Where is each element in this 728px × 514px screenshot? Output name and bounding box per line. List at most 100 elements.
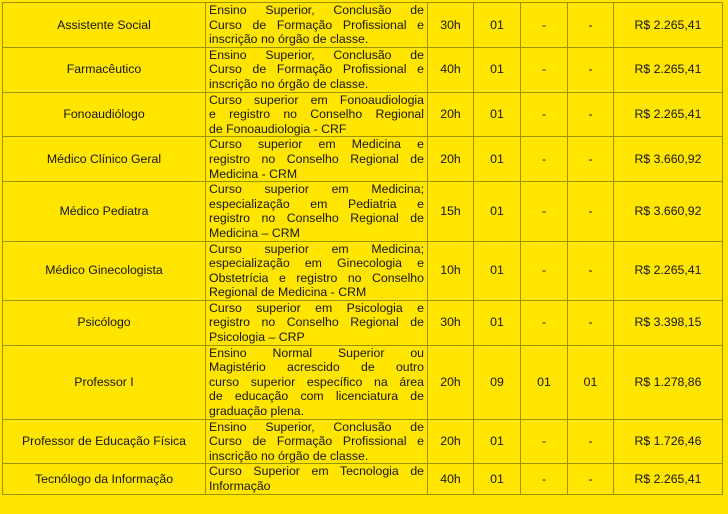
requisitos-line: Curso superior em Psicologia e	[209, 300, 424, 315]
cell-requisitos: Curso superior em Fonoaudiologia e regist…	[205, 91, 428, 138]
cell-carga-horaria: 20h	[427, 344, 474, 420]
table-row: Médico Pediatra Curso superior em Medicin…	[2, 181, 723, 242]
cell-requisitos: Curso superior em Medicina e registro no …	[205, 136, 428, 183]
cell-requisitos: Ensino Superior, Conclusão de Curso de Fo…	[205, 418, 428, 465]
cell-carga-horaria: 20h	[427, 418, 474, 465]
cell-requisitos: Ensino Superior, Conclusão de Curso de Fo…	[205, 46, 428, 93]
requisitos-line: Curso superior em Fonoaudiologia	[209, 92, 424, 107]
requisitos-line: inscrição no órgão de classe.	[209, 32, 369, 47]
cell-negros: -	[567, 2, 614, 48]
requisitos-line: Ensino Superior, Conclusão de	[209, 419, 424, 434]
cell-carga-horaria: 40h	[427, 463, 474, 495]
cell-vagas: 01	[473, 299, 521, 346]
cell-requisitos: Curso superior em Medicina; especializaçã…	[205, 240, 428, 301]
requisitos-line: Medicina – CRM	[209, 225, 300, 240]
requisitos-line: Informação	[209, 479, 271, 493]
cell-vencimento: R$ 2.265,41	[613, 91, 723, 138]
cell-vagas: 01	[473, 418, 521, 465]
cell-requisitos: Curso Superior em Tecnologia de Informaçã…	[205, 463, 428, 495]
cell-carga-horaria: 20h	[427, 91, 474, 138]
cell-vencimento: R$ 3.398,15	[613, 299, 723, 346]
cell-requisitos: Curso superior em Psicologia e registro n…	[205, 299, 428, 346]
requisitos-line: Curso de Formação Profissional e	[209, 17, 424, 32]
requisitos-line: Obstetrícia e registro no Conselho	[209, 270, 424, 285]
cell-requisitos: Ensino Normal Superior ou Magistério acre…	[205, 344, 428, 420]
cell-negros: -	[567, 91, 614, 138]
cell-cargo: Assistente Social	[2, 2, 206, 48]
cell-vencimento: R$ 3.660,92	[613, 136, 723, 183]
cell-vagas: 01	[473, 240, 521, 301]
cell-negros: 01	[567, 344, 614, 420]
cell-cargo: Tecnólogo da Informação	[2, 463, 206, 495]
requisitos-line: inscrição no órgão de classe.	[209, 448, 369, 463]
requisitos-line: de Fonoaudiologia - CRF	[209, 121, 347, 136]
table-row: Médico Ginecologista Curso superior em Me…	[2, 240, 723, 301]
cell-carga-horaria: 40h	[427, 46, 474, 93]
requisitos-line: Curso superior em Medicina;	[209, 241, 424, 256]
cell-vagas: 01	[473, 46, 521, 93]
requisitos-line: e registro no Conselho Regional	[209, 107, 424, 122]
requisitos-line: Curso de Formação Profissional e	[209, 62, 424, 77]
cell-vencimento: R$ 1.278,86	[613, 344, 723, 420]
cell-cargo: Médico Ginecologista	[2, 240, 206, 301]
cell-cargo: Professor de Educação Física	[2, 418, 206, 465]
cell-vagas: 01	[473, 463, 521, 495]
cell-vencimento: R$ 2.265,41	[613, 46, 723, 93]
cell-requisitos: Ensino Superior, Conclusão de Curso de Fo…	[205, 2, 428, 48]
cell-cargo: Farmacêutico	[2, 46, 206, 93]
cell-pcd: -	[520, 46, 568, 93]
requisitos-line: Medicina - CRM	[209, 166, 298, 181]
cell-cargo: Fonoaudiólogo	[2, 91, 206, 138]
vacancy-table-container: Assistente Social Ensino Superior, Conclu…	[2, 2, 723, 509]
requisitos-line: Curso Superior em Tecnologia de	[209, 464, 424, 479]
requisitos-line: graduação plena.	[209, 404, 305, 419]
requisitos-line: Psicologia – CRP	[209, 330, 305, 345]
cell-negros: -	[567, 418, 614, 465]
cell-negros: -	[567, 181, 614, 242]
requisitos-line: curso superior específico na área	[209, 374, 424, 389]
cell-pcd: -	[520, 136, 568, 183]
cell-carga-horaria: 20h	[427, 136, 474, 183]
cell-vagas: 01	[473, 181, 521, 242]
requisitos-line: inscrição no órgão de classe.	[209, 76, 369, 91]
table-row: Professor I Ensino Normal Superior ou Magi…	[2, 344, 723, 420]
requisitos-line: especialização em Ginecologia e	[209, 256, 424, 271]
cell-requisitos: Curso superior em Medicina; especializaçã…	[205, 181, 428, 242]
cell-cargo: Médico Pediatra	[2, 181, 206, 242]
cell-carga-horaria: 30h	[427, 2, 474, 48]
cell-carga-horaria: 30h	[427, 299, 474, 346]
vacancy-table-body: Assistente Social Ensino Superior, Conclu…	[2, 2, 723, 495]
cell-vencimento: R$ 1.726,46	[613, 418, 723, 465]
cell-pcd: -	[520, 418, 568, 465]
requisitos-line: de educação com licenciatura de	[209, 389, 424, 404]
table-row: Assistente Social Ensino Superior, Conclu…	[2, 2, 723, 48]
cell-carga-horaria: 10h	[427, 240, 474, 301]
cell-cargo: Professor I	[2, 344, 206, 420]
table-row: Fonoaudiólogo Curso superior em Fonoaudio…	[2, 91, 723, 138]
cell-negros: -	[567, 136, 614, 183]
requisitos-line: especialização em Pediatria e	[209, 196, 424, 211]
table-row: Médico Clínico Geral Curso superior em Me…	[2, 136, 723, 183]
table-row: Tecnólogo da Informação Curso Superior em…	[2, 463, 723, 495]
requisitos-line: Magistério acrescido de outro	[209, 360, 424, 375]
requisitos-line: Ensino Superior, Conclusão de	[209, 47, 424, 62]
cell-pcd: -	[520, 181, 568, 242]
cell-vagas: 01	[473, 2, 521, 48]
cell-vencimento: R$ 2.265,41	[613, 463, 723, 495]
cell-vencimento: R$ 3.660,92	[613, 181, 723, 242]
cell-pcd: 01	[520, 344, 568, 420]
cell-pcd: -	[520, 2, 568, 48]
requisitos-line: registro no Conselho Regional de	[209, 211, 424, 226]
requisitos-line: registro no Conselho Regional de	[209, 151, 424, 166]
table-row: Professor de Educação Física Ensino Super…	[2, 418, 723, 465]
cell-negros: -	[567, 240, 614, 301]
cell-negros: -	[567, 463, 614, 495]
requisitos-line: Ensino Normal Superior ou	[209, 345, 424, 360]
cell-pcd: -	[520, 463, 568, 495]
cell-negros: -	[567, 299, 614, 346]
cell-vagas: 01	[473, 91, 521, 138]
cell-vencimento: R$ 2.265,41	[613, 240, 723, 301]
cell-pcd: -	[520, 240, 568, 301]
requisitos-line: Curso de Formação Profissional e	[209, 434, 424, 449]
cell-vagas: 01	[473, 136, 521, 183]
